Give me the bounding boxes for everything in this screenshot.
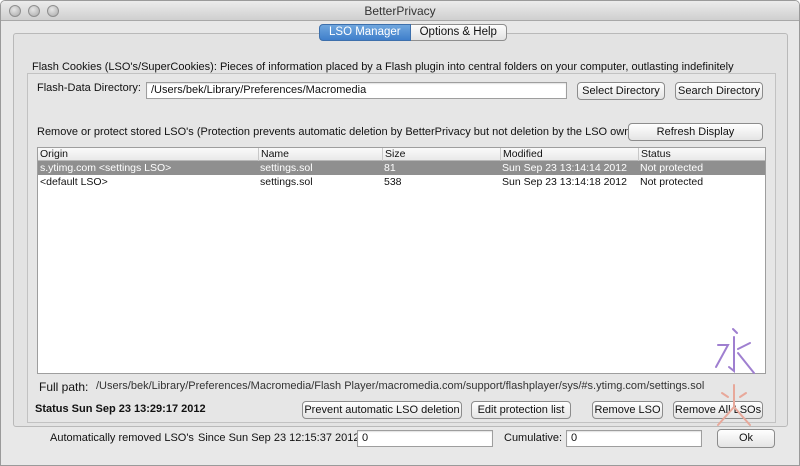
directory-input[interactable]: /Users/bek/Library/Preferences/Macromedi… [146, 82, 567, 99]
cell-modified: Sun Sep 23 13:14:14 2012 [502, 162, 627, 174]
since-label: Since Sun Sep 23 12:15:37 2012 [198, 432, 360, 444]
watermark-logo [715, 328, 755, 426]
column-status[interactable]: Status [638, 148, 765, 161]
column-size[interactable]: Size [382, 148, 500, 161]
table-row[interactable]: <default LSO> settings.sol 538 Sun Sep 2… [38, 175, 765, 189]
table-row[interactable]: s.ytimg.com <settings LSO> settings.sol … [38, 161, 765, 175]
column-name[interactable]: Name [258, 148, 382, 161]
column-origin[interactable]: Origin [38, 148, 258, 161]
cell-name: settings.sol [260, 176, 313, 188]
cumulative-count-field[interactable]: 0 [566, 430, 702, 447]
full-path-label: Full path: [39, 380, 89, 394]
full-path-field[interactable]: /Users/bek/Library/Preferences/Macromedi… [92, 379, 766, 396]
tab-lso-manager[interactable]: LSO Manager [319, 24, 411, 41]
search-directory-button[interactable]: Search Directory [675, 82, 763, 100]
edit-protection-list-button[interactable]: Edit protection list [471, 401, 571, 419]
select-directory-button[interactable]: Select Directory [577, 82, 665, 100]
description-text: Flash Cookies (LSO's/SuperCookies): Piec… [32, 61, 734, 73]
app-window: BetterPrivacy LSO Manager Options & Help… [0, 0, 800, 466]
status-text: Status Sun Sep 23 13:29:17 2012 [35, 403, 206, 415]
table-header: Origin Name Size Modified Status [38, 148, 765, 161]
since-count-field[interactable]: 0 [357, 430, 493, 447]
tab-options-help[interactable]: Options & Help [410, 24, 507, 41]
cell-size: 538 [384, 176, 402, 188]
cell-name: settings.sol [260, 162, 313, 174]
protect-note: Remove or protect stored LSO's (Protecti… [37, 126, 647, 138]
prevent-deletion-button[interactable]: Prevent automatic LSO deletion [302, 401, 462, 419]
lso-table[interactable]: Origin Name Size Modified Status s.ytimg… [37, 147, 766, 374]
column-modified[interactable]: Modified [500, 148, 638, 161]
directory-label: Flash-Data Directory: [37, 82, 141, 94]
window-title: BetterPrivacy [364, 4, 436, 18]
title-bar[interactable]: BetterPrivacy [1, 1, 799, 21]
cell-status: Not protected [640, 162, 704, 174]
cell-origin: <default LSO> [40, 176, 108, 188]
cell-status: Not protected [640, 176, 704, 188]
refresh-display-button[interactable]: Refresh Display [628, 123, 763, 141]
cell-modified: Sun Sep 23 13:14:18 2012 [502, 176, 627, 188]
remove-lso-button[interactable]: Remove LSO [592, 401, 663, 419]
auto-removed-label: Automatically removed LSO's [50, 432, 194, 444]
cumulative-label: Cumulative: [504, 432, 563, 444]
tab-bar: LSO Manager Options & Help [319, 24, 507, 41]
cell-origin: s.ytimg.com <settings LSO> [40, 162, 172, 174]
cell-size: 81 [384, 162, 396, 174]
